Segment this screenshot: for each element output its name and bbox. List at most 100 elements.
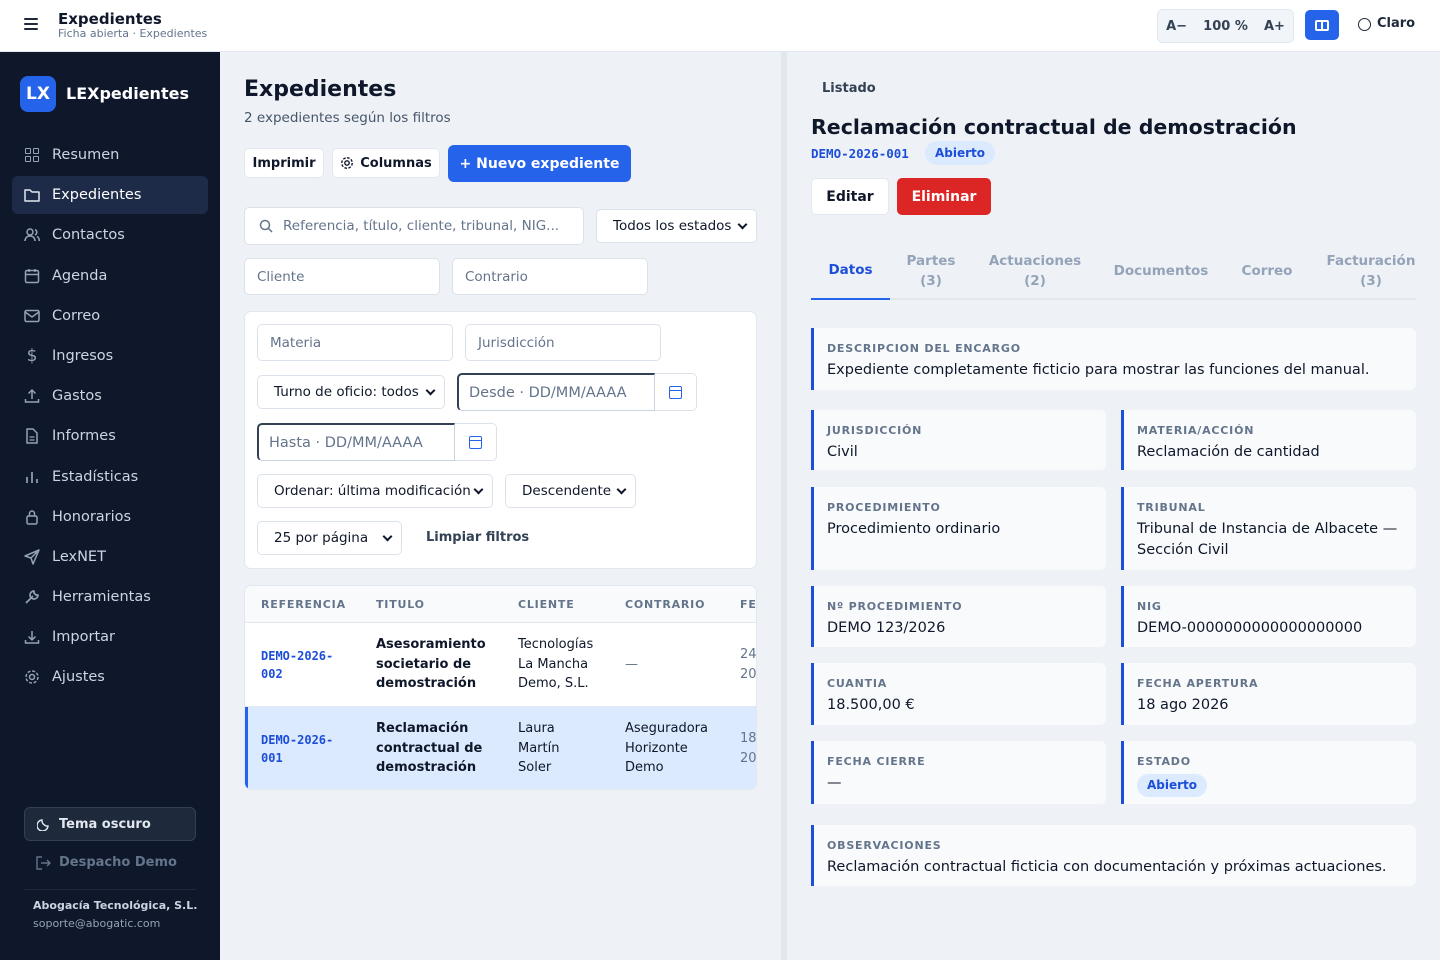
status-select[interactable]: Todos los estados bbox=[596, 209, 757, 243]
app-logo: LX bbox=[20, 76, 56, 112]
client-field[interactable]: Cliente bbox=[244, 258, 440, 295]
theme-toggle[interactable]: Claro bbox=[1358, 16, 1415, 31]
status-badge: Abierto bbox=[1137, 774, 1208, 797]
sidebar-item-label: Expedientes bbox=[52, 187, 142, 204]
direction-select-value: Descendente bbox=[522, 483, 612, 499]
upload-icon bbox=[24, 388, 40, 404]
page-title: Expedientes bbox=[58, 10, 162, 28]
column-header[interactable]: CLIENTE bbox=[518, 598, 575, 611]
column-header[interactable]: TITULO bbox=[376, 598, 425, 611]
sidebar-item-label: LexNET bbox=[52, 548, 106, 565]
field-fecha-apertura: FECHA APERTURA 18 ago 2026 bbox=[1121, 663, 1416, 725]
brand-name: LEXpedientes bbox=[66, 84, 189, 103]
sidebar-item-expedientes[interactable]: Expedientes bbox=[12, 176, 208, 215]
field-observaciones: OBSERVACIONES Reclamación contractual fi… bbox=[811, 825, 1416, 886]
zoom-out-button[interactable]: A− bbox=[1166, 19, 1187, 34]
advanced-filters: Materia Jurisdicción Turno de oficio: to… bbox=[244, 311, 757, 569]
field-estado: ESTADO Abierto bbox=[1121, 741, 1416, 804]
zoom-controls: A− 100 % A+ bbox=[1157, 9, 1294, 43]
folder-icon bbox=[24, 187, 40, 203]
users-icon bbox=[24, 227, 40, 243]
columns-button[interactable]: Columnas bbox=[332, 148, 440, 178]
split-view-button[interactable] bbox=[1305, 10, 1339, 40]
case-opponent: — bbox=[625, 657, 638, 672]
date-from-field[interactable]: Desde · DD/MM/AAAA bbox=[457, 373, 655, 411]
send-icon bbox=[24, 549, 40, 565]
client-placeholder: Cliente bbox=[257, 268, 305, 285]
field-nig: NIG DEMO-0000000000000000000 bbox=[1121, 586, 1416, 647]
field-materia: MATERIA/ACCIÓN Reclamación de cantidad bbox=[1121, 410, 1416, 470]
bar-chart-icon bbox=[24, 469, 40, 485]
direction-select[interactable]: Descendente bbox=[505, 474, 636, 508]
print-button[interactable]: Imprimir bbox=[244, 148, 324, 178]
sidebar-item-estadisticas[interactable]: Estadísticas bbox=[12, 458, 208, 496]
menu-icon[interactable] bbox=[24, 18, 38, 32]
case-reference[interactable]: DEMO-2026- 002 bbox=[261, 647, 333, 683]
case-reference[interactable]: DEMO-2026- 001 bbox=[261, 731, 333, 767]
new-case-button[interactable]: + Nuevo expediente bbox=[448, 145, 631, 182]
sidebar-item-honorarios[interactable]: Honorarios bbox=[12, 498, 208, 536]
gear-icon bbox=[24, 669, 40, 685]
sidebar-item-resumen[interactable]: Resumen bbox=[12, 136, 208, 174]
field-cuantia: CUANTIA 18.500,00 € bbox=[811, 663, 1106, 725]
sidebar-item-label: Agenda bbox=[52, 267, 108, 284]
case-title: Reclamación contractual de demostración bbox=[376, 721, 483, 775]
date-from-picker-button[interactable] bbox=[655, 373, 697, 411]
chevron-down-icon bbox=[382, 531, 393, 541]
opponent-field[interactable]: Contrario bbox=[452, 258, 648, 295]
per-page-select-value: 25 por página bbox=[274, 530, 369, 546]
column-header[interactable]: REFERENCIA bbox=[261, 598, 346, 611]
logout-icon bbox=[36, 855, 51, 870]
sidebar-item-correo[interactable]: Correo bbox=[12, 297, 208, 335]
sidebar-item-contactos[interactable]: Contactos bbox=[12, 216, 208, 254]
tab-facturacion[interactable]: Facturación (3) bbox=[1317, 242, 1425, 300]
support-email: soporte@abogatic.com bbox=[33, 917, 161, 930]
table-row[interactable]: DEMO-2026- 001 Reclamación contractual de d… bbox=[245, 707, 756, 789]
breadcrumb: Ficha abierta · Expedientes bbox=[58, 27, 208, 40]
sidebar-item-ingresos[interactable]: $ Ingresos bbox=[12, 337, 208, 375]
logout-button[interactable]: Despacho Demo bbox=[36, 855, 177, 870]
per-page-select[interactable]: 25 por página bbox=[257, 521, 402, 555]
turno-select[interactable]: Turno de oficio: todos bbox=[257, 375, 445, 409]
delete-button[interactable]: Eliminar bbox=[897, 178, 991, 215]
order-select[interactable]: Ordenar: última modificación bbox=[257, 474, 493, 508]
jurisdiction-field[interactable]: Jurisdicción bbox=[465, 324, 661, 361]
list-count: 2 expedientes según los filtros bbox=[244, 110, 451, 126]
tab-actuaciones[interactable]: Actuaciones (2) bbox=[981, 242, 1089, 300]
case-date: 24 20 bbox=[740, 647, 757, 682]
subject-field[interactable]: Materia bbox=[257, 324, 453, 361]
tab-documentos[interactable]: Documentos bbox=[1108, 242, 1214, 300]
top-bar: Expedientes Ficha abierta · Expedientes … bbox=[0, 0, 1440, 52]
search-input[interactable]: Referencia, título, cliente, tribunal, N… bbox=[244, 207, 584, 245]
dark-theme-button[interactable]: Tema oscuro bbox=[24, 807, 196, 841]
column-header[interactable]: FE bbox=[740, 598, 756, 611]
chevron-down-icon bbox=[473, 484, 484, 494]
tab-correo[interactable]: Correo bbox=[1232, 242, 1302, 300]
list-panel: Expedientes 2 expedientes según los filt… bbox=[220, 52, 781, 960]
sidebar-item-gastos[interactable]: Gastos bbox=[12, 377, 208, 415]
clear-filters-link[interactable]: Limpiar filtros bbox=[426, 530, 529, 545]
sidebar-item-importar[interactable]: Importar bbox=[12, 618, 208, 656]
sidebar: LX LEXpedientes Resumen Expedientes Cont… bbox=[0, 52, 220, 960]
sidebar-item-herramientas[interactable]: Herramientas bbox=[12, 578, 208, 616]
edit-button[interactable]: Editar bbox=[811, 178, 889, 215]
theme-label: Claro bbox=[1377, 16, 1416, 31]
dark-theme-label: Tema oscuro bbox=[59, 816, 151, 832]
back-to-list-link[interactable]: Listado bbox=[822, 81, 876, 96]
column-header[interactable]: CONTRARIO bbox=[625, 598, 705, 611]
zoom-in-button[interactable]: A+ bbox=[1264, 19, 1285, 34]
tab-partes[interactable]: Partes (3) bbox=[897, 242, 965, 300]
calendar-icon bbox=[469, 435, 482, 449]
field-descripcion: DESCRIPCION DEL ENCARGO Expediente compl… bbox=[811, 328, 1416, 390]
logout-label: Despacho Demo bbox=[59, 855, 177, 870]
sidebar-item-agenda[interactable]: Agenda bbox=[12, 257, 208, 295]
sidebar-item-lexnet[interactable]: LexNET bbox=[12, 538, 208, 576]
table-row[interactable]: DEMO-2026- 002 Asesoramiento societario de… bbox=[245, 623, 757, 707]
sidebar-item-ajustes[interactable]: Ajustes bbox=[12, 658, 208, 696]
case-reference: DEMO-2026-001 bbox=[811, 146, 909, 161]
date-to-field[interactable]: Hasta · DD/MM/AAAA bbox=[257, 423, 455, 461]
date-to-picker-button[interactable] bbox=[455, 423, 497, 461]
tab-datos[interactable]: Datos bbox=[811, 242, 890, 300]
search-icon bbox=[259, 219, 273, 233]
sidebar-item-informes[interactable]: Informes bbox=[12, 417, 208, 455]
